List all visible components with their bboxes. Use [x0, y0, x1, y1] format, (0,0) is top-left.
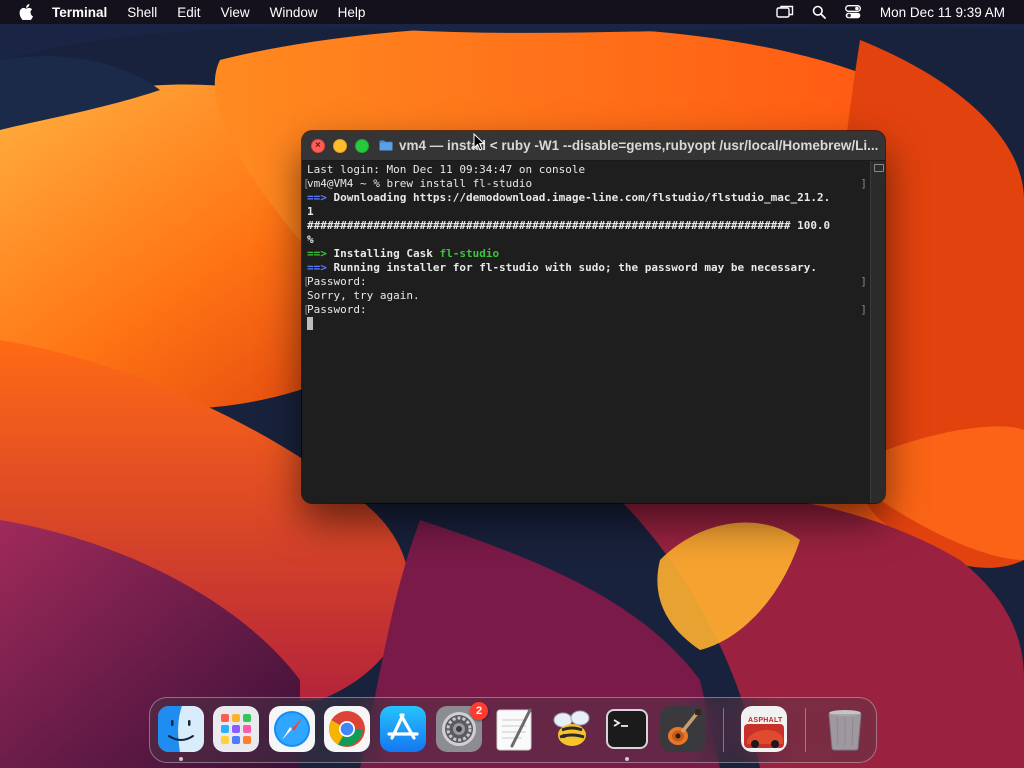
menu-app-name[interactable]: Terminal [52, 5, 107, 20]
bee-icon [553, 710, 590, 746]
terminal-line: [vm4@VM4 ~ % brew install fl-studio] [303, 177, 867, 190]
dock-app-safari[interactable] [269, 706, 315, 752]
menu-bar: Terminal Shell Edit View Window Help Mon… [0, 0, 1024, 24]
terminal-icon [606, 709, 648, 749]
dock-app-trash[interactable] [822, 706, 868, 752]
terminal-window: × vm4 — install < ruby -W1 --disable=gem… [302, 131, 885, 503]
dock-app-terminal[interactable] [604, 706, 650, 752]
menu-help[interactable]: Help [338, 5, 366, 20]
asphalt-icon [741, 706, 787, 752]
dock-app-chrome[interactable] [324, 706, 370, 752]
terminal-line: ==> Installing Cask fl-studio [307, 247, 500, 260]
dock-app-app-store[interactable] [380, 706, 426, 752]
mouse-pointer-icon [473, 133, 485, 151]
dock: 2 ASPHALT [149, 697, 877, 763]
scroll-indicator-icon[interactable] [874, 164, 884, 172]
control-center-icon[interactable] [844, 4, 862, 20]
apple-logo-icon[interactable] [18, 4, 34, 20]
terminal-cursor [307, 317, 313, 330]
garageband-icon [660, 706, 706, 752]
folder-icon [379, 140, 393, 151]
terminal-titlebar[interactable]: × vm4 — install < ruby -W1 --disable=gem… [302, 131, 885, 161]
close-icon: × [315, 139, 321, 151]
app-store-icon [380, 706, 426, 752]
menu-shell[interactable]: Shell [127, 5, 157, 20]
menu-clock[interactable]: Mon Dec 11 9:39 AM [880, 5, 1005, 20]
terminal-line: % [307, 233, 314, 246]
window-title: vm4 — install < ruby -W1 --disable=gems,… [399, 138, 879, 153]
running-indicator [179, 757, 183, 761]
spotlight-search-icon[interactable] [810, 4, 828, 20]
chrome-icon [324, 706, 370, 752]
asphalt-label: ASPHALT [748, 717, 783, 724]
terminal-line: 1 [307, 205, 314, 218]
trash-icon [828, 710, 862, 751]
dock-app-asphalt[interactable] [741, 706, 787, 752]
finder-icon [158, 706, 204, 752]
menu-view[interactable]: View [221, 5, 250, 20]
menu-window[interactable]: Window [270, 5, 318, 20]
menu-edit[interactable]: Edit [177, 5, 200, 20]
terminal-line: ########################################… [307, 219, 831, 232]
dock-app-bee[interactable] [548, 706, 594, 752]
terminal-line: Sorry, try again. [307, 289, 420, 302]
dock-separator [723, 708, 724, 752]
maximize-button[interactable] [355, 138, 369, 153]
running-indicator [625, 757, 629, 761]
dock-app-finder[interactable] [158, 706, 204, 752]
safari-icon [269, 706, 315, 752]
close-button[interactable]: × [311, 138, 325, 153]
dock-app-garageband[interactable] [660, 706, 706, 752]
terminal-line: [Password:] [303, 275, 867, 288]
screen-mirroring-icon[interactable] [776, 4, 794, 20]
textedit-icon [496, 708, 532, 751]
launchpad-icon [213, 706, 259, 752]
terminal-line: [Password:] [303, 303, 867, 316]
notification-badge: 2 [470, 702, 488, 720]
dock-separator [805, 708, 806, 752]
terminal-line: ==> Downloading https://demodownload.ima… [307, 191, 831, 204]
terminal-scrollbar[interactable] [870, 161, 885, 503]
terminal-line: Last login: Mon Dec 11 09:34:47 on conso… [307, 163, 586, 176]
terminal-line: ==> Running installer for fl-studio with… [307, 261, 817, 274]
dock-app-launchpad[interactable] [213, 706, 259, 752]
minimize-button[interactable] [333, 138, 347, 153]
terminal-line [307, 317, 871, 331]
dock-app-textedit[interactable] [492, 706, 538, 752]
terminal-output[interactable]: Last login: Mon Dec 11 09:34:47 on conso… [302, 161, 871, 503]
